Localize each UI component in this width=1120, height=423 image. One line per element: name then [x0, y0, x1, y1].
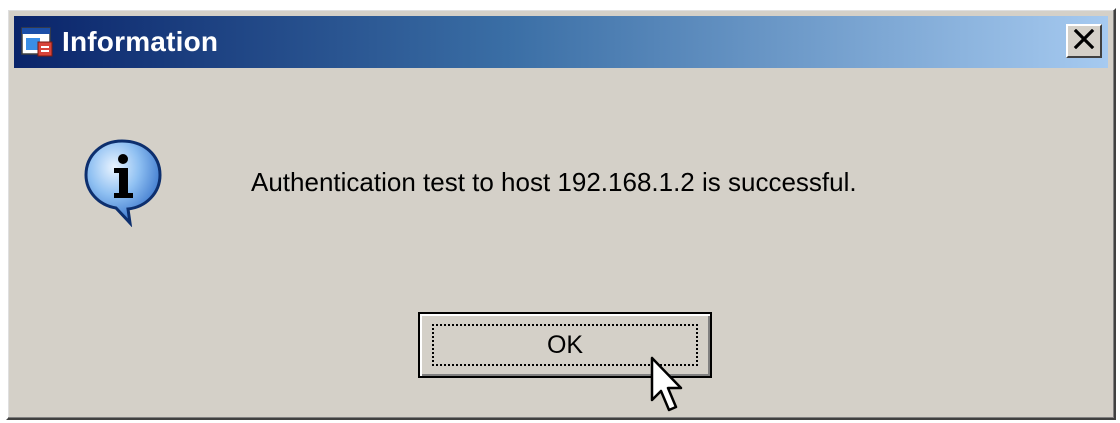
- title-bar[interactable]: Information: [14, 16, 1108, 68]
- window-title: Information: [62, 26, 219, 57]
- message-text: Authentication test to host 192.168.1.2 …: [251, 167, 857, 197]
- ok-button-label: OK: [546, 330, 584, 359]
- close-button[interactable]: [1066, 24, 1102, 58]
- close-icon: [1073, 28, 1095, 54]
- info-icon: [82, 137, 168, 228]
- app-window-icon: [20, 24, 56, 60]
- mouse-pointer-icon: [650, 356, 686, 416]
- information-dialog: Information Authentication test to host …: [6, 8, 1116, 420]
